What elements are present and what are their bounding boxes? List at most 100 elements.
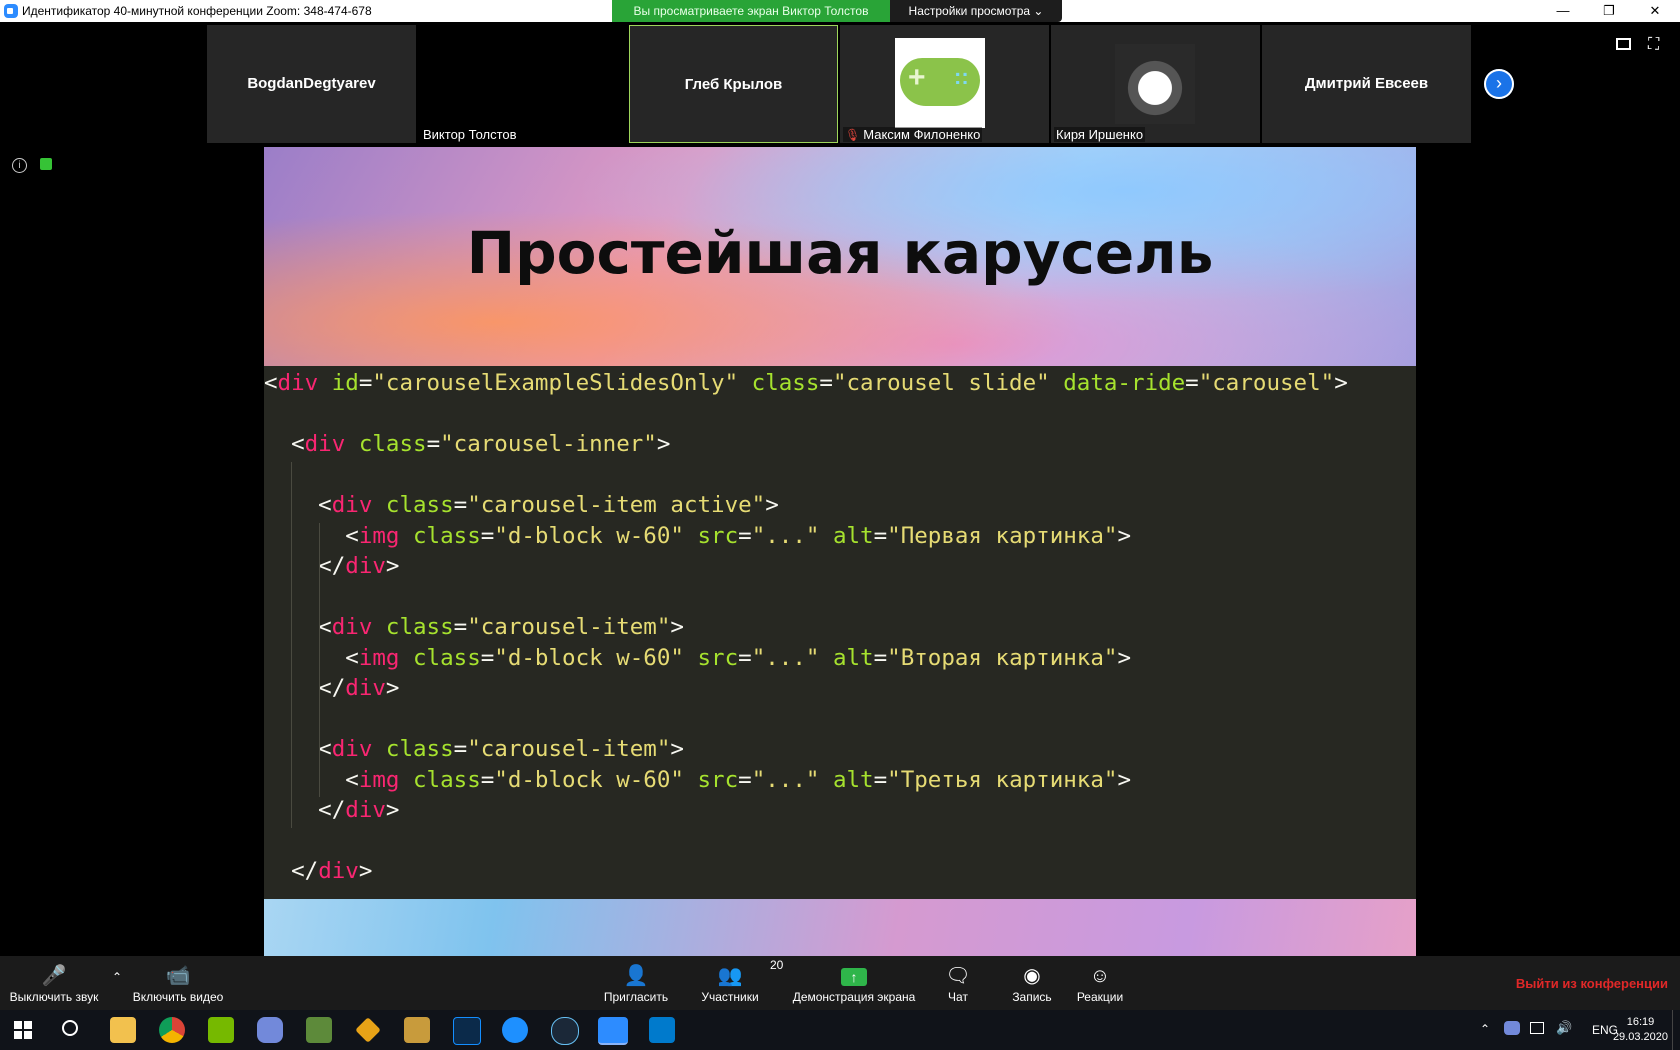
code-line: </div> [264, 797, 399, 823]
minimize-icon[interactable]: — [1540, 0, 1586, 22]
code-token: class [413, 522, 481, 549]
zoom-app-icon [4, 4, 18, 18]
code-token: </ [264, 553, 346, 579]
reactions-label: Реакции [1076, 990, 1124, 1004]
clock[interactable]: 16:19 29.03.2020 [1613, 1015, 1668, 1045]
window-titlebar: Идентификатор 40-минутной конференции Zo… [0, 0, 1680, 22]
code-token: "carousel slide" [832, 370, 1050, 396]
code-line: </div> [264, 858, 372, 884]
participant-label: Виктор Толстов [421, 127, 519, 142]
steam-icon[interactable] [551, 1017, 579, 1045]
app-icon[interactable] [355, 1017, 381, 1043]
volume-icon[interactable]: 🔊 [1556, 1020, 1572, 1036]
code-token: > [670, 614, 684, 640]
restore-icon[interactable]: ❐ [1586, 0, 1632, 22]
code-token: div [331, 614, 373, 640]
zoom-icon[interactable] [598, 1017, 628, 1045]
league-icon[interactable] [404, 1017, 430, 1043]
code-token: src [697, 644, 739, 671]
code-token: = [480, 644, 495, 671]
leave-meeting-button[interactable]: Выйти из конференции [1516, 976, 1668, 991]
code-token: div [345, 553, 386, 579]
code-token: = [819, 370, 833, 396]
start-video-button[interactable]: 📹 Включить видео [128, 964, 228, 1004]
participant-tile[interactable]: Виктор Толстов [418, 25, 627, 143]
show-desktop-button[interactable] [1672, 1010, 1680, 1050]
lock-icon[interactable] [40, 158, 52, 170]
add-person-icon: 👤 [623, 965, 649, 987]
participant-tile[interactable]: 🎙Максим Филоненко [840, 25, 1049, 143]
code-token: > [385, 553, 400, 579]
share-icon-wrap: ↑ [788, 964, 920, 988]
video-off-icon: 📹 [165, 965, 191, 987]
fullscreen-icon[interactable]: ⛶ [1648, 36, 1659, 54]
audio-options-chevron-icon[interactable]: ⌃ [106, 970, 128, 984]
uplay-icon[interactable] [502, 1017, 528, 1043]
view-options-button[interactable]: Настройки просмотра ⌄ [890, 0, 1062, 22]
windows-start-icon[interactable] [14, 1021, 32, 1039]
invite-button[interactable]: 👤 Пригласить [596, 964, 676, 1004]
indent-guide [319, 522, 320, 797]
battlenet-icon[interactable] [453, 1017, 481, 1045]
record-button[interactable]: ◉ Запись [1004, 964, 1060, 1004]
code-token: < [264, 522, 359, 549]
code-token: img [358, 644, 400, 671]
code-token: src [697, 522, 739, 549]
code-token: </ [264, 797, 346, 823]
code-line: <div class="carousel-item"> [264, 736, 684, 762]
code-token: > [1117, 766, 1131, 793]
tray-discord-icon[interactable] [1504, 1021, 1520, 1035]
code-line: <div id="carouselExampleSlidesOnly" clas… [264, 370, 1348, 396]
next-page-arrow-icon[interactable]: › [1484, 69, 1514, 99]
file-explorer-icon[interactable] [110, 1017, 136, 1043]
code-token: "Третья картинка" [887, 766, 1118, 793]
chat-button[interactable]: 🗨 Чат [938, 964, 978, 1004]
window-title: Идентификатор 40-минутной конференции Zo… [22, 4, 372, 18]
code-token: "d-block w-60" [494, 766, 684, 793]
code-line: </div> [264, 553, 399, 579]
tray-chevron-icon[interactable]: ⌃ [1480, 1022, 1490, 1036]
gallery-view-icon[interactable] [1616, 38, 1631, 50]
minecraft-icon[interactable] [306, 1017, 332, 1043]
close-icon[interactable]: ✕ [1632, 0, 1678, 22]
participant-tile[interactable]: BogdanDegtyarev [207, 25, 416, 143]
code-token: "carousel-inner" [440, 431, 657, 457]
code-token: div [304, 431, 346, 457]
participant-tile[interactable]: Дмитрий Евсеев [1262, 25, 1471, 143]
reactions-button[interactable]: ☺ Реакции [1072, 964, 1128, 1004]
participant-label: 🎙 Максим Филоненко [843, 127, 983, 142]
participants-button[interactable]: 👥 20 Участники [690, 958, 783, 1004]
info-icon[interactable]: i [12, 158, 27, 173]
nvidia-icon[interactable] [208, 1017, 234, 1043]
code-token: class [413, 644, 481, 671]
participant-tile[interactable]: Киря Иршенко [1051, 25, 1260, 143]
participant-tile-active-speaker[interactable]: Глеб Крылов [629, 25, 838, 143]
mute-button[interactable]: 🎤 Выключить звук [4, 964, 104, 1004]
gamepad-icon [900, 58, 980, 106]
code-token: = [480, 522, 495, 549]
network-icon[interactable] [1530, 1022, 1544, 1034]
discord-icon[interactable] [257, 1017, 283, 1043]
reactions-icon: ☺ [1089, 965, 1111, 987]
code-token: = [738, 522, 752, 549]
share-screen-icon: ↑ [841, 968, 867, 986]
slide-footer [264, 899, 1416, 957]
search-icon[interactable] [62, 1020, 78, 1036]
gamepad-avatar [895, 38, 985, 128]
code-token: = [738, 766, 752, 793]
windows-taskbar: ⌃ 🔊 ENG 16:19 29.03.2020 [0, 1010, 1680, 1050]
code-token: = [453, 614, 468, 640]
code-token: = [1185, 370, 1199, 396]
vscode-icon[interactable] [649, 1017, 675, 1043]
share-screen-button[interactable]: ↑ Демонстрация экрана [788, 964, 920, 1004]
chrome-icon[interactable] [159, 1017, 185, 1043]
code-line: <div class="carousel-item active"> [264, 492, 779, 518]
code-token: </ [264, 675, 346, 701]
code-token: < [264, 492, 332, 518]
code-token: "carousel-item active" [467, 492, 766, 518]
